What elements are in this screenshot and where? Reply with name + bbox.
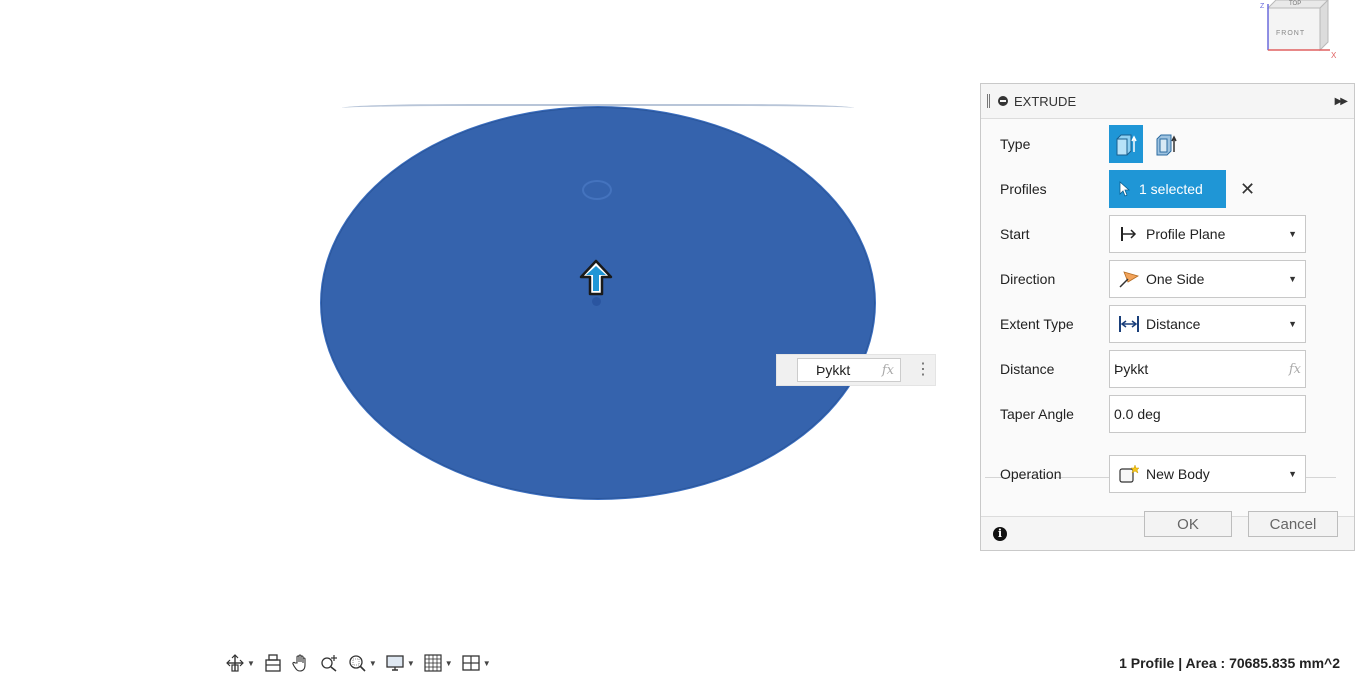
distance-input[interactable]: Þykkt fx (1109, 350, 1306, 388)
drag-handle-icon[interactable] (987, 94, 990, 108)
row-operation: Operation New Body ▼ (981, 454, 1354, 494)
disc-edge (342, 104, 854, 112)
more-options-icon[interactable]: ⋮ (915, 362, 931, 378)
chevron-down-icon: ▼ (247, 658, 255, 668)
viewports-icon (462, 655, 480, 671)
viewcube-top-label: TOP (1289, 1, 1301, 7)
look-at-tool[interactable] (260, 650, 286, 676)
zoom-window-tool[interactable]: ▼ (344, 650, 380, 676)
taper-angle-value: 0.0 deg (1114, 406, 1161, 422)
distance-value: Þykkt (1114, 361, 1149, 377)
grid-icon (424, 654, 442, 672)
extrude-solid-icon (1116, 134, 1137, 156)
chevron-down-icon: ▼ (1288, 469, 1297, 479)
floating-distance-value: Þykkt (816, 362, 851, 378)
row-profiles: Profiles 1 selected ✕ (981, 169, 1354, 209)
viewcube[interactable]: TOP FRONT Z X (1258, 0, 1340, 62)
start-dropdown[interactable]: Profile Plane ▼ (1109, 215, 1306, 253)
grid-tool[interactable]: ▼ (420, 650, 456, 676)
orbit-tool[interactable]: ▼ (222, 650, 258, 676)
dialog-header[interactable]: EXTRUDE ▶▶ (981, 84, 1354, 118)
extent-type-dropdown[interactable]: Distance ▼ (1109, 305, 1306, 343)
selection-status: 1 Profile | Area : 70685.835 mm^2 (1119, 655, 1340, 671)
chevron-down-icon: ▼ (482, 658, 491, 668)
display-settings-icon (386, 655, 404, 671)
chevron-down-icon: ▼ (368, 658, 377, 668)
look-at-icon (265, 654, 281, 672)
row-direction: Direction One Side ▼ (981, 259, 1354, 299)
extrude-dialog: EXTRUDE ▶▶ Type Profiles 1 selected ✕ St… (980, 83, 1355, 551)
direction-dropdown[interactable]: One Side ▼ (1109, 260, 1306, 298)
extent-type-value: Distance (1146, 316, 1201, 332)
type-solid-button[interactable] (1109, 125, 1143, 163)
expand-panel-icon[interactable]: ▶▶ (1335, 96, 1348, 107)
zoom-icon (321, 655, 337, 672)
operation-label: Operation (1000, 466, 1062, 482)
viewcube-z-axis: Z (1260, 3, 1265, 10)
direction-value: One Side (1146, 271, 1205, 287)
row-extent-type: Extent Type Distance ▼ (981, 304, 1354, 344)
chevron-down-icon: ▼ (1288, 229, 1297, 239)
direction-label: Direction (1000, 271, 1056, 287)
operation-dropdown[interactable]: New Body ▼ (1109, 455, 1306, 493)
profiles-selection-text: 1 selected (1139, 181, 1203, 197)
dialog-body: Type Profiles 1 selected ✕ Start Profile… (981, 118, 1354, 516)
chevron-down-icon: ▼ (444, 658, 453, 668)
orbit-icon (226, 654, 244, 672)
pan-tool[interactable] (288, 650, 314, 676)
profile-plane-icon (1121, 227, 1137, 241)
distance-label: Distance (1000, 361, 1055, 377)
new-body-icon (1119, 464, 1140, 483)
zoom-tool[interactable] (316, 650, 342, 676)
command-state-icon (998, 96, 1008, 106)
chevron-down-icon: ▼ (406, 658, 415, 668)
floating-distance-field[interactable]: Þykkt fx (797, 358, 901, 382)
navigation-toolbar: ▼ ▼ ▼ ▼ ▼ (222, 648, 494, 678)
start-label: Start (1000, 226, 1030, 242)
row-start: Start Profile Plane ▼ (981, 214, 1354, 254)
display-settings-tool[interactable]: ▼ (382, 650, 418, 676)
cancel-button[interactable]: Cancel (1248, 511, 1338, 537)
pan-icon (292, 654, 306, 672)
cursor-icon (1119, 181, 1131, 197)
type-label: Type (1000, 136, 1031, 152)
one-side-icon (1119, 271, 1139, 288)
sketch-center-circle (582, 180, 612, 200)
chevron-down-icon: ▼ (1288, 319, 1297, 329)
extrude-manipulator-arrow-icon[interactable] (578, 258, 614, 300)
info-icon[interactable]: i (993, 526, 1007, 541)
profiles-selection-button[interactable]: 1 selected (1109, 170, 1226, 208)
floating-distance-input: Þykkt fx ⋮ (776, 354, 936, 386)
taper-angle-input[interactable]: 0.0 deg (1109, 395, 1306, 433)
clear-selection-icon[interactable]: ✕ (1240, 179, 1255, 200)
fx-icon[interactable]: fx (882, 363, 894, 378)
row-taper-angle: Taper Angle 0.0 deg (981, 394, 1354, 434)
viewcube-x-axis: X (1331, 51, 1337, 60)
viewports-tool[interactable]: ▼ (458, 650, 494, 676)
type-thin-button[interactable] (1149, 125, 1183, 163)
row-distance: Distance Þykkt fx (981, 349, 1354, 389)
dialog-title: EXTRUDE (1014, 93, 1077, 109)
distance-icon (1119, 316, 1139, 332)
extrude-thin-icon (1156, 134, 1177, 156)
taper-angle-label: Taper Angle (1000, 406, 1074, 422)
start-value: Profile Plane (1146, 226, 1226, 242)
viewcube-front-label: FRONT (1276, 30, 1305, 37)
row-type: Type (981, 124, 1354, 164)
ok-button[interactable]: OK (1144, 511, 1232, 537)
profiles-label: Profiles (1000, 181, 1047, 197)
fx-icon[interactable]: fx (1289, 362, 1301, 377)
chevron-down-icon: ▼ (1288, 274, 1297, 284)
zoom-window-icon (349, 655, 366, 672)
extent-type-label: Extent Type (1000, 316, 1074, 332)
operation-value: New Body (1146, 466, 1210, 482)
